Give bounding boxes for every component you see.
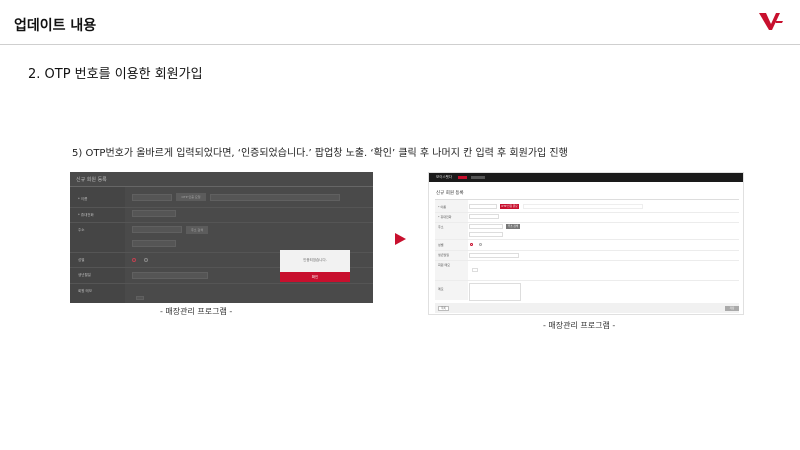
otp-verified-button[interactable]: OTP 인증 완료 [500,204,519,209]
page-title: 업데이트 내용 [14,18,97,34]
app-topbar: 보이스펫다 [429,173,743,182]
agree-text [210,194,340,201]
screenshot-before: 신규 회원 등록 * 이름 * 휴대전화 주소 성별 생년월일 회원 메모 OT… [70,172,373,303]
memo-textarea[interactable] [469,283,521,301]
caption-right: - 매장관리 프로그램 - [543,321,616,330]
form-footer [435,303,739,313]
gender-radio[interactable] [470,243,473,246]
form-label: 생년월일 [438,253,450,257]
row-divider [70,207,373,208]
gender-radio[interactable] [132,258,136,262]
address-detail-input[interactable] [132,240,176,247]
form-label: 주소 [78,228,85,232]
row-divider [435,280,739,281]
label-column [70,187,125,303]
agree-text [523,204,643,209]
address-search-button[interactable]: 주소 검색 [506,224,520,229]
header-bar: 업데이트 내용 [0,0,800,45]
screenshot-after: 보이스펫다 신규 회원 등록 * 이름 * 휴대전화 주소 성별 생년월일 회원… [428,172,744,315]
memo-check[interactable] [136,296,144,300]
row-divider [435,250,739,251]
form-label: 주소 [438,225,444,229]
vf-logo-icon [759,13,783,30]
form-label: * 이름 [438,205,446,209]
address-detail-input[interactable] [469,232,503,237]
form-label: 회원 메모 [438,263,450,267]
gender-radio[interactable] [479,243,482,246]
row-divider [70,222,373,223]
topbar-user [471,176,485,179]
row-divider [435,239,739,240]
section-title: 2. OTP 번호를 이용한 회원가입 [28,67,203,82]
popup-message: 인증되었습니다. [303,258,327,262]
name-input[interactable] [132,194,172,201]
address-input[interactable] [132,226,182,233]
divider [435,199,739,200]
name-input[interactable] [469,204,497,209]
phone-input[interactable] [469,214,499,219]
form-title: 신규 회원 등록 [436,191,464,196]
popup-confirm-button[interactable]: 확인 [280,272,350,282]
address-input[interactable] [469,224,503,229]
otp-request-button[interactable]: OTP 인증 요청 [176,193,206,201]
form-label: 메모 [438,287,444,291]
form-label: * 이름 [78,197,88,201]
birthdate-input[interactable] [469,253,519,258]
verified-popup: 인증되었습니다. 확인 [280,250,350,282]
gender-radio[interactable] [144,258,148,262]
form-label: 성별 [78,258,85,262]
form-label: * 휴대전화 [438,215,452,219]
list-button[interactable]: 목록 [438,306,449,311]
row-divider [435,212,739,213]
birthdate-input[interactable] [132,272,208,279]
address-search-button[interactable]: 주소 검색 [186,226,208,234]
phone-input[interactable] [132,210,176,217]
caption-left: - 매장관리 프로그램 - [160,307,233,316]
form-title: 신규 회원 등록 [76,177,107,183]
save-button[interactable]: 저장 [725,306,739,311]
form-label: 성별 [438,243,444,247]
memo-check[interactable] [472,268,478,272]
arrow-right-icon [395,233,406,245]
app-name: 보이스펫다 [436,175,453,179]
step-description: 5) OTP번호가 올바르게 입력되었다면, ‘인증되었습니다.’ 팝업창 노출… [72,148,568,159]
form-label: 생년월일 [78,273,91,277]
row-divider [435,222,739,223]
row-divider [70,283,373,284]
topbar-badge [458,176,467,179]
form-label: 회원 메모 [78,289,92,293]
form-label: * 휴대전화 [78,213,94,217]
row-divider [435,260,739,261]
